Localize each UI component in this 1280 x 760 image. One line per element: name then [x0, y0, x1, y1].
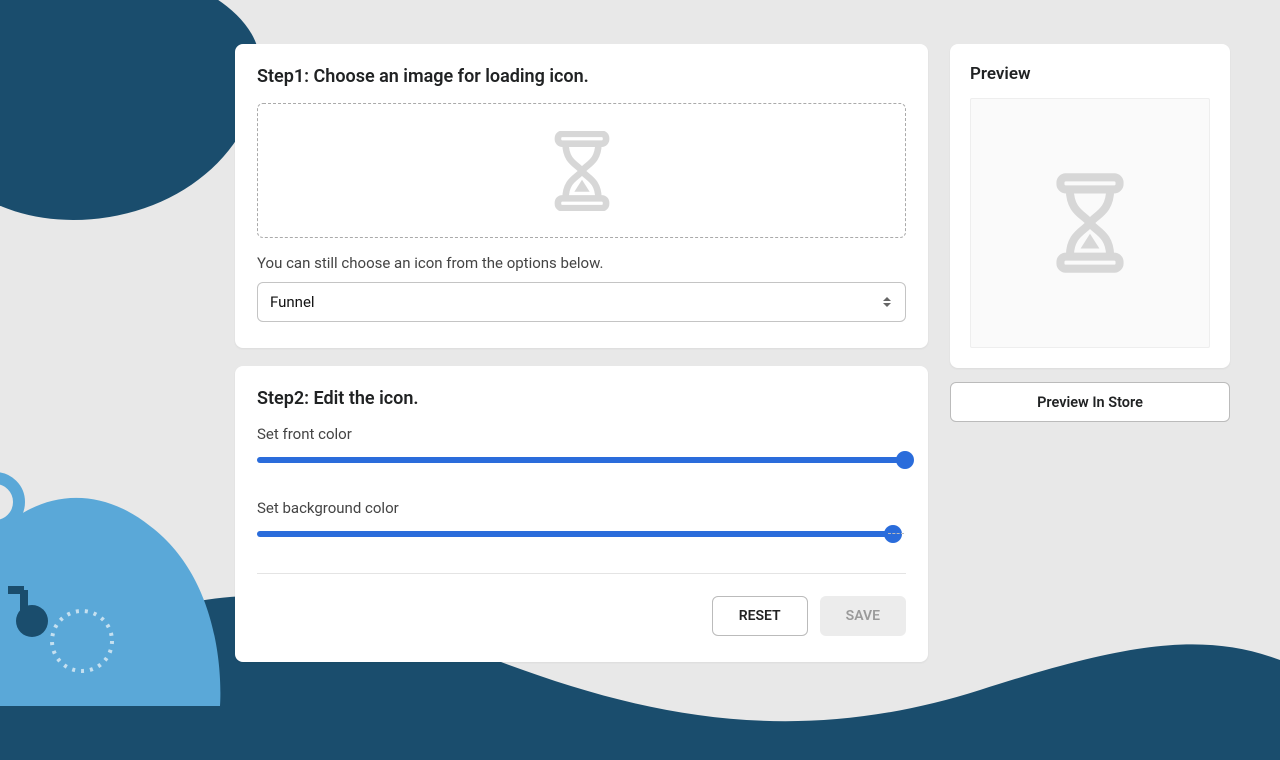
select-caret-icon	[883, 294, 895, 310]
step1-card: Step1: Choose an image for loading icon.…	[235, 44, 928, 348]
icon-select[interactable]: Funnel	[257, 282, 906, 322]
slider-thumb[interactable]	[896, 451, 914, 469]
step2-title: Step2: Edit the icon.	[257, 388, 906, 409]
icon-select-help: You can still choose an icon from the op…	[257, 254, 906, 272]
step2-card: Step2: Edit the icon. Set front color Se…	[235, 366, 928, 662]
preview-box	[970, 98, 1210, 348]
divider	[257, 573, 906, 574]
bg-color-slider[interactable]	[257, 531, 894, 537]
preview-card: Preview	[950, 44, 1230, 368]
preview-title: Preview	[970, 64, 1210, 84]
front-color-label: Set front color	[257, 425, 906, 443]
slider-fill	[257, 531, 894, 537]
save-button: SAVE	[820, 596, 906, 636]
reset-button[interactable]: RESET	[712, 596, 808, 636]
slider-fill	[257, 457, 906, 463]
slider-track-end	[888, 533, 904, 536]
step1-title: Step1: Choose an image for loading icon.	[257, 66, 906, 87]
icon-select-value: Funnel	[270, 293, 315, 311]
image-drop-zone[interactable]	[257, 103, 906, 238]
bg-color-label: Set background color	[257, 499, 906, 517]
hourglass-icon	[1047, 173, 1133, 273]
front-color-slider[interactable]	[257, 457, 906, 463]
preview-in-store-button[interactable]: Preview In Store	[950, 382, 1230, 422]
hourglass-icon	[547, 131, 617, 211]
